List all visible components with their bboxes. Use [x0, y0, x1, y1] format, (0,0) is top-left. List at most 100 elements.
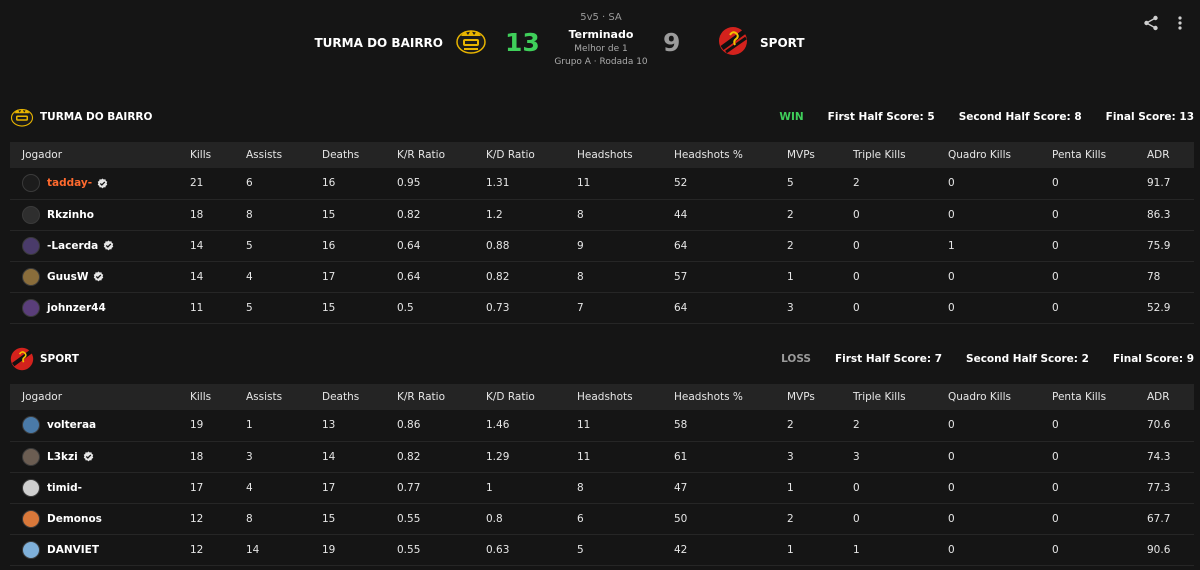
player-cell[interactable]: tadday-	[10, 168, 178, 198]
column-header-headshots[interactable]: Headshots %	[662, 384, 775, 410]
player-name[interactable]: DANVIET	[47, 544, 99, 556]
stat-cell: 1.2	[486, 208, 503, 221]
stat-cell: 5	[246, 301, 253, 314]
player-row[interactable]: GuusW 14 4 17 0.64 0.82 8 57 1 0 0 0 78	[10, 261, 1194, 292]
column-header-kills[interactable]: Kills	[178, 142, 234, 168]
team-b-section-name[interactable]: SPORT	[40, 353, 79, 365]
column-header-quadro-kills[interactable]: Quadro Kills	[936, 142, 1040, 168]
more-vertical-icon[interactable]	[1174, 15, 1186, 31]
column-header-penta-kills[interactable]: Penta Kills	[1040, 384, 1135, 410]
player-name[interactable]: tadday-	[47, 177, 92, 189]
column-header-k-r-ratio[interactable]: K/R Ratio	[385, 384, 474, 410]
stat-cell: 1	[853, 543, 860, 556]
stat-cell: 15	[322, 512, 336, 525]
stat-cell: 17	[190, 481, 204, 494]
column-header-jogador[interactable]: Jogador	[10, 384, 178, 410]
player-name[interactable]: Demonos	[47, 513, 102, 525]
player-row[interactable]: Demonos 12 8 15 0.55 0.8 6 50 2 0 0 0 67.7	[10, 503, 1194, 534]
player-row[interactable]: DANVIET 12 14 19 0.55 0.63 5 42 1 1 0 0 90.6	[10, 534, 1194, 565]
player-avatar[interactable]	[22, 447, 40, 466]
player-avatar[interactable]	[22, 416, 40, 434]
column-header-deaths[interactable]: Deaths	[310, 142, 385, 168]
player-cell[interactable]: Rkzinho	[10, 200, 178, 230]
player-row[interactable]: timid- 17 4 17 0.77 1 8 47 1 0 0 0 77.3	[10, 472, 1194, 503]
team-a-logo[interactable]	[455, 27, 487, 55]
player-row[interactable]: johnzer44 11 5 15 0.5 0.73 7 64 3 0 0 0 52.9	[10, 292, 1194, 323]
player-cell[interactable]: GuusW	[10, 262, 178, 292]
player-avatar[interactable]	[22, 174, 40, 192]
column-header-k-d-ratio[interactable]: K/D Ratio	[474, 142, 565, 168]
player-avatar[interactable]	[22, 205, 40, 224]
player-avatar[interactable]	[22, 540, 40, 559]
stat-cell: 0	[853, 270, 860, 283]
player-avatar[interactable]	[22, 509, 40, 528]
team-a-bar: TURMA DO BAIRRO WIN First Half Score: 5 …	[10, 104, 1194, 130]
column-header-adr[interactable]: ADR	[1135, 384, 1194, 410]
share-icon[interactable]	[1143, 15, 1159, 31]
team-b-logo[interactable]	[718, 26, 748, 56]
column-header-adr[interactable]: ADR	[1135, 142, 1194, 168]
stat-cell: 2	[853, 419, 860, 432]
player-avatar[interactable]	[22, 236, 40, 255]
stat-cell: 0	[948, 270, 955, 283]
player-name[interactable]: Rkzinho	[47, 209, 94, 221]
stat-cell: 12	[190, 512, 204, 525]
column-header-triple-kills[interactable]: Triple Kills	[841, 142, 936, 168]
player-cell[interactable]: timid-	[10, 473, 178, 503]
stat-cell: 0.88	[486, 239, 510, 252]
team-b-name[interactable]: SPORT	[760, 36, 805, 50]
player-name[interactable]: johnzer44	[47, 302, 106, 314]
player-avatar[interactable]	[22, 267, 40, 286]
column-header-headshots[interactable]: Headshots	[565, 142, 662, 168]
match-info: 5v5 · SA Terminado Melhor de 1 Grupo A ·…	[540, 12, 662, 67]
column-header-triple-kills[interactable]: Triple Kills	[841, 384, 936, 410]
column-header-kills[interactable]: Kills	[178, 384, 234, 410]
player-name[interactable]: -Lacerda	[47, 240, 98, 252]
player-row[interactable]: tadday- 21 6 16 0.95 1.31 11 52 5 2 0 0 91.7	[10, 168, 1194, 199]
team-b-second-half: Second Half Score: 2	[966, 353, 1089, 365]
stat-cell: 0.5	[397, 301, 414, 314]
player-cell[interactable]: johnzer44	[10, 293, 178, 323]
column-header-quadro-kills[interactable]: Quadro Kills	[936, 384, 1040, 410]
player-cell[interactable]: volteraa	[10, 410, 178, 440]
match-group-round: Grupo A · Rodada 10	[554, 57, 648, 67]
player-row[interactable]: L3kzi 18 3 14 0.82 1.29 11 61 3 3 0 0 74.3	[10, 441, 1194, 472]
stat-cell: 0	[853, 512, 860, 525]
column-header-jogador[interactable]: Jogador	[10, 142, 178, 168]
stat-cell: 52.9	[1147, 301, 1171, 314]
player-row[interactable]: -Lacerda 14 5 16 0.64 0.88 9 64 2 0 1 0 75.9	[10, 230, 1194, 261]
player-avatar[interactable]	[22, 478, 40, 497]
player-cell[interactable]: L3kzi	[10, 442, 178, 472]
stat-cell: 0.55	[397, 543, 421, 556]
stat-cell: 17	[322, 270, 336, 283]
column-header-headshots[interactable]: Headshots	[565, 384, 662, 410]
stat-cell: 14	[322, 450, 336, 463]
player-row[interactable]: Rkzinho 18 8 15 0.82 1.2 8 44 2 0 0 0 86.3	[10, 199, 1194, 230]
player-name[interactable]: volteraa	[47, 419, 96, 431]
column-header-headshots[interactable]: Headshots %	[662, 142, 775, 168]
column-header-k-d-ratio[interactable]: K/D Ratio	[474, 384, 565, 410]
player-cell[interactable]: -Lacerda	[10, 231, 178, 261]
player-avatar[interactable]	[22, 298, 40, 317]
match-format: 5v5 · SA	[580, 12, 622, 23]
player-name[interactable]: L3kzi	[47, 451, 78, 463]
player-row[interactable]: volteraa 19 1 13 0.86 1.46 11 58 2 2 0 0 70.6	[10, 410, 1194, 441]
stat-cell: 11	[577, 419, 591, 432]
player-cell[interactable]: DANVIET	[10, 535, 178, 565]
team-b-section: SPORT LOSS First Half Score: 7 Second Ha…	[10, 346, 1194, 566]
column-header-deaths[interactable]: Deaths	[310, 384, 385, 410]
team-a-header-row: Jogador Kills Assists Deaths K/R Ratio K/D Ra…	[10, 142, 1194, 168]
player-cell[interactable]: Demonos	[10, 504, 178, 534]
stat-cell: 8	[577, 481, 584, 494]
column-header-mvps[interactable]: MVPs	[775, 142, 841, 168]
column-header-assists[interactable]: Assists	[234, 142, 310, 168]
team-a-name[interactable]: TURMA DO BAIRRO	[315, 36, 444, 50]
column-header-mvps[interactable]: MVPs	[775, 384, 841, 410]
player-name[interactable]: timid-	[47, 482, 82, 494]
column-header-penta-kills[interactable]: Penta Kills	[1040, 142, 1135, 168]
column-header-k-r-ratio[interactable]: K/R Ratio	[385, 142, 474, 168]
stat-cell: 0.73	[486, 301, 510, 314]
player-name[interactable]: GuusW	[47, 271, 88, 283]
column-header-assists[interactable]: Assists	[234, 384, 310, 410]
team-a-section-name[interactable]: TURMA DO BAIRRO	[40, 111, 152, 123]
